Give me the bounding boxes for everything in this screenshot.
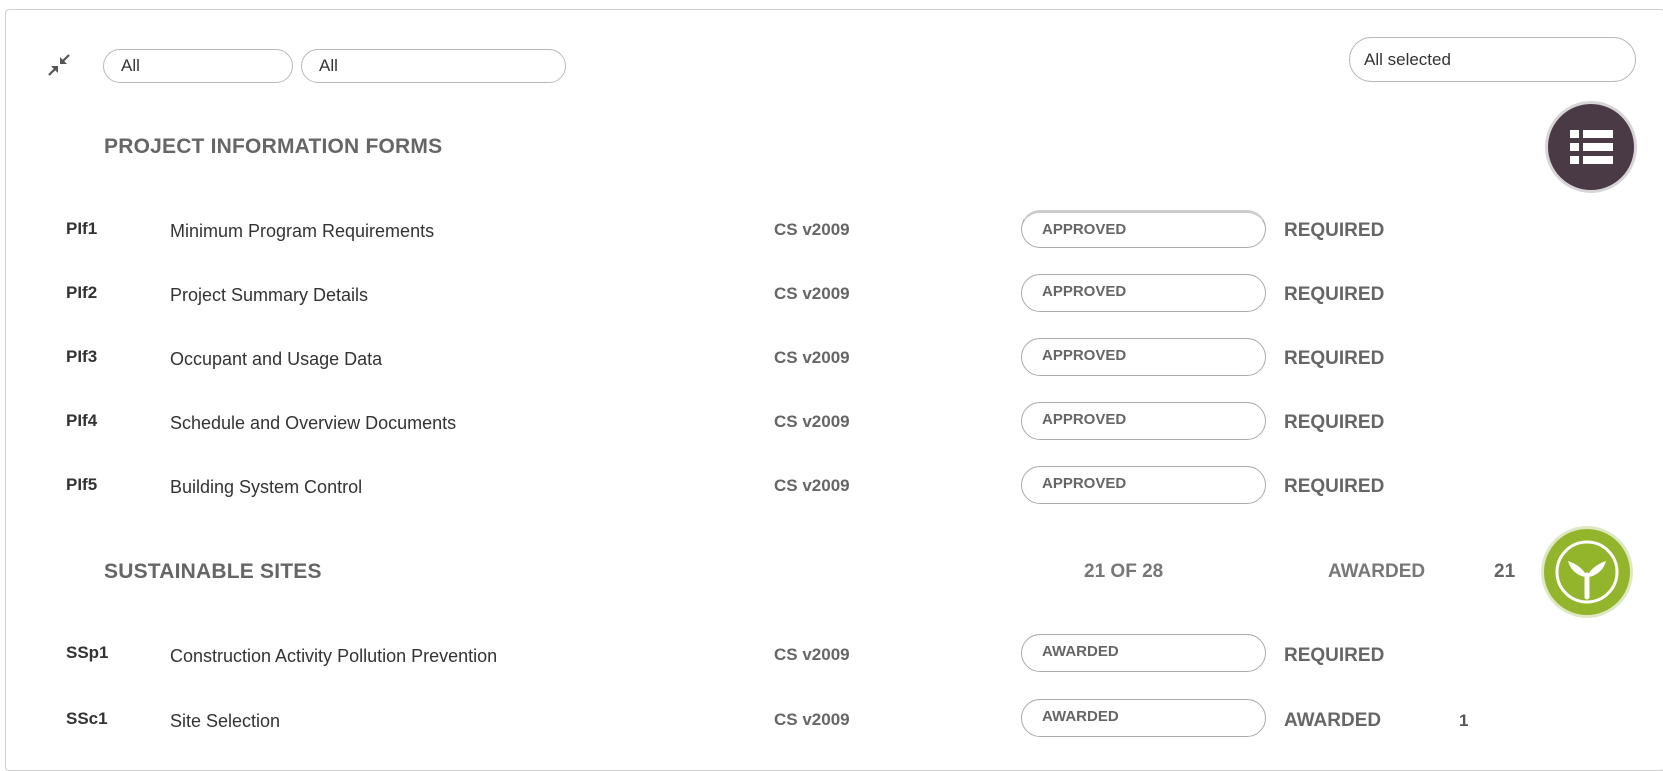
status-value: AWARDED: [1042, 708, 1119, 725]
credit-code: PIf3: [66, 347, 98, 366]
status-multiselect[interactable]: All selected: [1349, 37, 1636, 82]
status-dropdown[interactable]: APPROVED: [1021, 338, 1266, 376]
filter-select-2-value: All: [319, 56, 338, 75]
status-value: APPROVED: [1042, 475, 1127, 492]
ss-badge[interactable]: [1541, 526, 1633, 618]
credit-name: Building System Control: [170, 477, 363, 497]
pif-badge[interactable]: [1545, 101, 1637, 193]
status-multiselect-value: All selected: [1364, 50, 1451, 69]
credit-requirement: REQUIRED: [1284, 348, 1385, 369]
section-title-ss: SUSTAINABLE SITES: [104, 560, 322, 583]
credit-code: SSc1: [66, 709, 108, 728]
credit-requirement: REQUIRED: [1284, 645, 1385, 666]
credit-name: Site Selection: [170, 711, 281, 731]
status-dropdown[interactable]: AWARDED: [1021, 699, 1266, 737]
status-value: AWARDED: [1042, 643, 1119, 660]
credit-requirement: AWARDED: [1284, 710, 1382, 731]
credit-name: Occupant and Usage Data: [170, 349, 383, 369]
credit-version: CS v2009: [774, 476, 850, 495]
status-value: APPROVED: [1042, 283, 1127, 300]
section-title-pif: PROJECT INFORMATION FORMS: [104, 135, 443, 158]
credit-requirement: REQUIRED: [1284, 476, 1385, 497]
ss-progress: 21 OF 28: [1084, 561, 1164, 582]
filter-select-1-value: All: [121, 56, 140, 75]
status-value: APPROVED: [1042, 347, 1127, 364]
credit-code: SSp1: [66, 643, 109, 662]
credit-code: PIf4: [66, 411, 98, 430]
credit-code: PIf2: [66, 283, 98, 302]
credit-version: CS v2009: [774, 645, 850, 664]
ss-awarded-points: 21: [1494, 561, 1516, 582]
credit-version: CS v2009: [774, 284, 850, 303]
credit-version: CS v2009: [774, 412, 850, 431]
credit-requirement: REQUIRED: [1284, 220, 1385, 241]
ss-awarded-label: AWARDED: [1328, 561, 1426, 582]
credit-name: Construction Activity Pollution Preventi…: [170, 646, 498, 666]
credit-code: PIf5: [66, 475, 98, 494]
sprout-icon: [1555, 540, 1619, 604]
credit-name: Project Summary Details: [170, 285, 369, 305]
credit-version: CS v2009: [774, 220, 850, 239]
status-dropdown[interactable]: APPROVED: [1021, 274, 1266, 312]
status-dropdown[interactable]: AWARDED: [1021, 634, 1266, 672]
status-value: APPROVED: [1042, 221, 1127, 238]
status-value: APPROVED: [1042, 411, 1127, 428]
status-dropdown[interactable]: APPROVED: [1021, 210, 1266, 248]
list-icon: [1570, 130, 1613, 164]
filter-select-1[interactable]: All: [103, 49, 293, 83]
credit-points: 1: [1459, 711, 1469, 730]
status-dropdown[interactable]: APPROVED: [1021, 466, 1266, 504]
status-dropdown[interactable]: APPROVED: [1021, 402, 1266, 440]
credit-name: Schedule and Overview Documents: [170, 413, 457, 433]
credit-requirement: REQUIRED: [1284, 412, 1385, 433]
credit-version: CS v2009: [774, 348, 850, 367]
credit-name: Minimum Program Requirements: [170, 221, 435, 241]
credit-code: PIf1: [66, 219, 98, 238]
credit-requirement: REQUIRED: [1284, 284, 1385, 305]
credit-version: CS v2009: [774, 710, 850, 729]
filter-select-2[interactable]: All: [301, 49, 566, 83]
collapse-icon[interactable]: [48, 54, 70, 76]
